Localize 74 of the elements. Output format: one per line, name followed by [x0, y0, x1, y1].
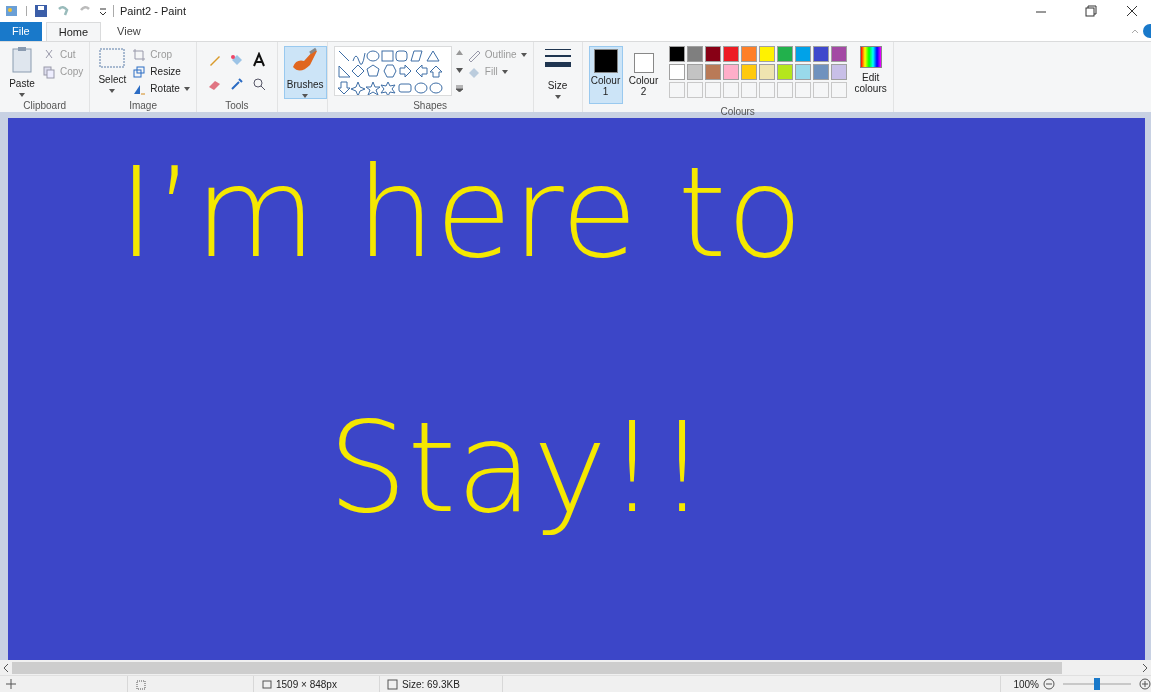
palette-swatch[interactable] — [668, 46, 685, 62]
zoom-slider-thumb[interactable] — [1094, 678, 1100, 690]
size-button[interactable]: Size — [539, 46, 576, 99]
caret-icon — [19, 93, 25, 97]
ribbon-tab[interactable]: File — [0, 22, 42, 41]
file-size: Size: 69.3KB — [402, 677, 460, 692]
canvas[interactable]: I’m here to Stay!! — [8, 118, 1145, 660]
selection-rectangle-icon — [98, 46, 127, 70]
scroll-down-icon[interactable] — [455, 67, 463, 73]
image-dimensions: 1509 × 848px — [276, 677, 337, 692]
palette-swatch[interactable] — [758, 64, 775, 80]
scroll-up-icon[interactable] — [455, 50, 463, 55]
palette-swatch[interactable] — [740, 64, 757, 80]
shapes-gallery-drawing[interactable] — [333, 46, 452, 96]
zoom-level: 100% — [1013, 677, 1039, 692]
colour-button[interactable]: Colour 2 — [626, 46, 661, 104]
palette-swatch[interactable] — [704, 46, 721, 62]
save-icon[interactable] — [33, 3, 49, 19]
brushes-button[interactable]: Brushes — [283, 46, 327, 99]
palette-swatch[interactable] — [830, 64, 847, 80]
caret-icon — [554, 95, 561, 99]
palette-swatch[interactable] — [830, 46, 847, 62]
move-cursor-icon — [6, 679, 16, 689]
fill-bucket-icon[interactable] — [228, 52, 245, 68]
clipboard-icon — [11, 46, 33, 74]
palette-swatch[interactable] — [812, 64, 829, 80]
group-label: Image — [129, 99, 157, 112]
palette-swatch[interactable] — [812, 46, 829, 62]
ribbon-tab[interactable]: Home — [45, 22, 102, 41]
copy-icon — [42, 64, 56, 79]
group-label: Clipboard — [23, 99, 67, 112]
paste-button[interactable]: Paste — [6, 46, 38, 97]
palette-swatch[interactable] — [758, 46, 775, 62]
colour-button[interactable]: Colour 1 — [588, 46, 623, 104]
zoom-in-icon[interactable] — [1139, 678, 1151, 690]
ribbon-tab[interactable]: View — [105, 22, 153, 41]
palette-swatch[interactable] — [776, 46, 793, 62]
resize-icon — [132, 64, 147, 79]
select-button[interactable]: Select — [96, 46, 129, 93]
zoom-out-icon[interactable] — [1043, 678, 1055, 690]
group-label: Tools — [225, 99, 249, 112]
window-title: Paint2 - Paint — [120, 3, 187, 19]
caret-icon — [183, 86, 190, 91]
expand-gallery-icon[interactable] — [455, 85, 463, 92]
help-icon[interactable] — [1141, 23, 1151, 39]
palette-swatch[interactable] — [740, 46, 757, 62]
rotate-button[interactable]: Rotate — [132, 80, 190, 97]
caret-icon — [501, 69, 508, 74]
horizontal-scrollbar-thumb[interactable] — [12, 661, 1062, 674]
image-size-icon — [260, 678, 272, 690]
crop-icon — [132, 47, 147, 62]
edit-colours-button[interactable]: Edit colours — [854, 46, 887, 94]
palette-swatch[interactable] — [686, 64, 703, 80]
palette-swatch[interactable] — [704, 64, 721, 80]
zoom-slider[interactable] — [1063, 678, 1131, 690]
group-label: Colours — [720, 105, 755, 118]
palette-swatch[interactable] — [794, 64, 811, 80]
palette-swatch[interactable] — [722, 64, 739, 80]
selection-size-icon — [134, 678, 146, 690]
palette-swatch[interactable] — [794, 46, 811, 62]
palette-swatch[interactable] — [776, 64, 793, 80]
caret-icon — [302, 94, 309, 98]
caret-icon — [520, 52, 527, 57]
canvas-text: Stay!! — [328, 394, 708, 542]
palette-swatch[interactable] — [668, 64, 685, 80]
magnifier-icon[interactable] — [250, 76, 267, 92]
palette-swatch[interactable] — [722, 46, 739, 62]
text-icon[interactable] — [250, 52, 267, 68]
group-label: Shapes — [413, 99, 448, 112]
paint-app-icon[interactable] — [4, 3, 20, 19]
canvas-text: I’m here to — [118, 139, 803, 287]
palette-swatch[interactable] — [686, 46, 703, 62]
caret-icon — [109, 89, 116, 93]
resize-button[interactable]: Resize — [132, 63, 190, 80]
